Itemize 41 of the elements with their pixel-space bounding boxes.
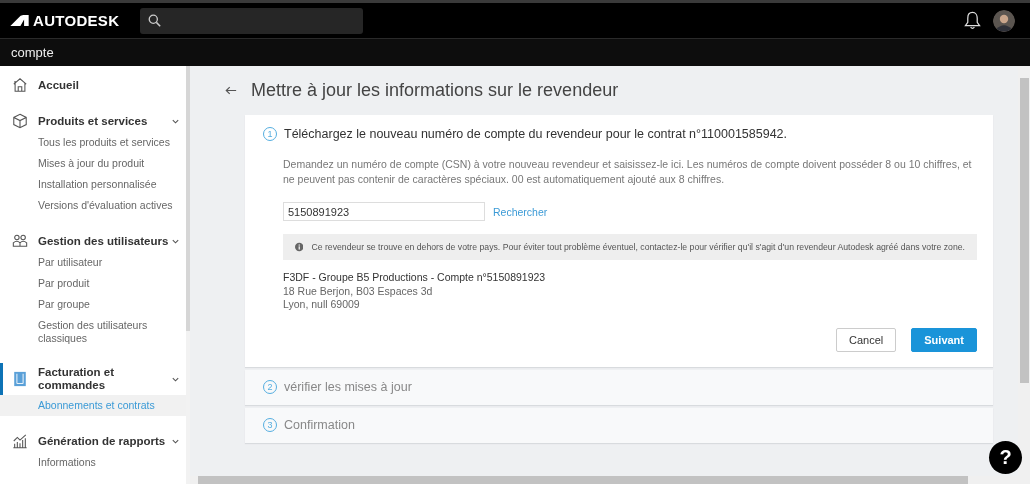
account-number-field[interactable]: 5150891923 (283, 202, 485, 221)
step-title: vérifier les mises à jour (284, 380, 412, 394)
notice-text: Ce revendeur se trouve en dehors de votre pays. Pour éviter tout problème éventuel, contactez-le pour vérifier qu'il s'agit d'un revendeur Autodesk agréé dans votre zone. (311, 242, 965, 252)
nav-link[interactable]: Versions d'évaluation actives (0, 195, 186, 216)
nav-link[interactable]: Installation personnalisée (0, 174, 186, 195)
nav-item[interactable]: Génération de rapports (0, 430, 186, 452)
chart-icon (12, 433, 28, 449)
next-button[interactable]: Suivant (911, 327, 977, 352)
nav-item[interactable]: Produits et services (0, 110, 186, 132)
cancel-button[interactable]: Cancel (836, 327, 897, 352)
avatar-icon[interactable] (993, 9, 1015, 32)
nav-link[interactable]: Gestion des utilisateurs classiques (0, 315, 186, 349)
document-icon (12, 371, 28, 387)
info-icon (295, 242, 304, 252)
search-icon (148, 14, 161, 27)
help-button[interactable]: ? (989, 441, 1022, 474)
users-icon (12, 233, 28, 249)
search-link[interactable]: Rechercher (493, 205, 548, 218)
nav-link[interactable]: Informations (0, 452, 186, 473)
home-icon (12, 77, 28, 93)
step-title: Confirmation (284, 418, 355, 432)
nav-link[interactable]: Par produit (0, 273, 186, 294)
page-title: Mettre à jour les informations sur le revendeur (251, 80, 619, 101)
nav-item[interactable]: Accueil (0, 74, 186, 96)
back-arrow-icon[interactable] (225, 86, 237, 95)
step-title: Téléchargez le nouveau numéro de compte du revendeur pour le contrat n°110001585942. (284, 126, 788, 141)
reseller-name: F3DF - Groupe B5 Productions - Compte n°5150891923 (283, 271, 547, 285)
description-text: Demandez un numéro de compte (CSN) à votre nouveau revendeur et saisissez-le ici. Les numéros de compte doivent posséder 8 ou 10 chiffres, et ne peuvent pas contenir de caractères spéciaux. 00 est automatiquement ajouté aux 8 chiffres. (283, 157, 973, 187)
address-line: 18 Rue Berjon, B03 Espaces 3d (283, 284, 434, 298)
nav-item[interactable]: Gestion des utilisateurs (0, 230, 186, 252)
nav-link[interactable]: Par groupe (0, 294, 186, 315)
nav-link[interactable]: Mises à jour du produit (0, 153, 186, 174)
address-line: Lyon, null 69009 (283, 298, 361, 312)
cube-icon (12, 113, 28, 129)
bell-icon[interactable] (964, 11, 981, 30)
account-title: compte (11, 45, 54, 60)
logo-icon (10, 15, 29, 26)
nav-link[interactable]: Tous les produits et services (0, 132, 186, 153)
logo-text[interactable]: AUTODESK (33, 12, 120, 29)
nav-link[interactable]: Par utilisateur (0, 252, 186, 273)
search-field[interactable] (140, 7, 363, 34)
